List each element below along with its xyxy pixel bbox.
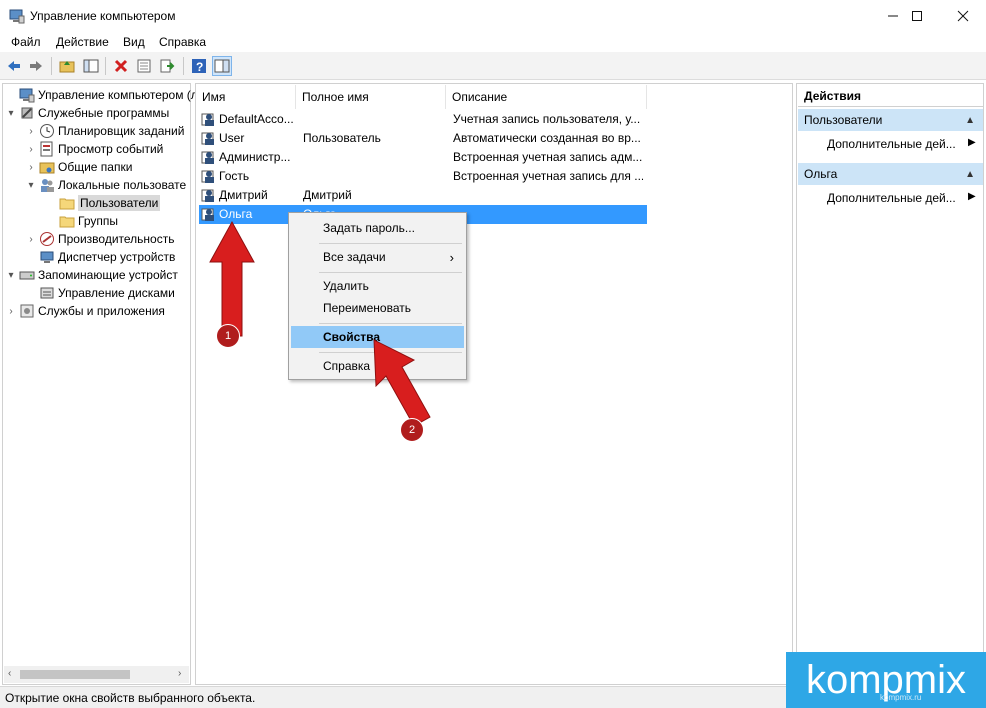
- step-badge-1: 1: [216, 324, 240, 348]
- arrow-up-icon: [209, 220, 255, 337]
- step-badge-2: 2: [400, 418, 424, 442]
- watermark-subtext: kompmix.ru: [880, 693, 922, 702]
- annotation-overlay: [209, 220, 431, 427]
- arrow-up-left-icon: [373, 339, 431, 427]
